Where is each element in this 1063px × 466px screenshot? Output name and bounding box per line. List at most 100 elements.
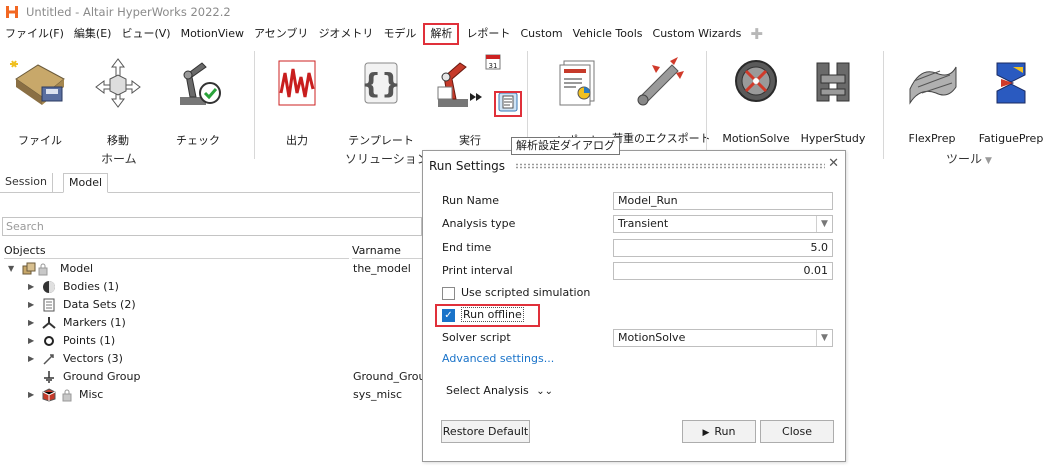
print-interval-input[interactable]: 0.01 [613, 262, 833, 280]
solver-script-select[interactable]: MotionSolve ▼ [613, 329, 833, 347]
restore-default-button[interactable]: Restore Default [441, 420, 530, 443]
menu-custom-wizards[interactable]: Custom Wizards [648, 24, 747, 44]
tree-row-points[interactable]: ▶ Points (1) [0, 332, 420, 350]
menu-view[interactable]: ビュー(V) [116, 24, 175, 44]
run-ribbon-button-label: 実行 [459, 134, 481, 147]
menu-assembly[interactable]: アセンブリ [249, 24, 313, 44]
solution-group-label: ソリューション [345, 152, 429, 166]
close-button[interactable]: Close [760, 420, 834, 443]
chevron-down-icon[interactable]: ▼ [816, 216, 832, 232]
template-button-label: テンプレート [348, 134, 414, 147]
tree-row-ground-group[interactable]: Ground Group Ground_Group [0, 368, 432, 386]
menu-report[interactable]: レポート [461, 24, 515, 44]
hyperstudy-button[interactable]: HyperStudy [793, 53, 873, 153]
file-folder-icon [10, 60, 65, 105]
expand-right-icon[interactable]: ▶ [28, 350, 34, 368]
title-bar: Untitled - Altair HyperWorks 2022.2 [0, 0, 1063, 23]
menu-custom[interactable]: Custom [515, 24, 567, 44]
ribbon-separator [706, 51, 707, 159]
menu-analysis[interactable]: 解析 [423, 23, 460, 45]
use-scripted-checkbox[interactable] [442, 287, 455, 300]
menu-bar: ファイル(F) 編集(E) ビュー(V) MotionView アセンブリ ジオ… [0, 23, 1063, 45]
load-export-button-label: 荷重のエクスポート [612, 132, 711, 145]
hyperstudy-icon [816, 62, 850, 102]
tab-session[interactable]: Session [0, 173, 53, 193]
file-button[interactable]: ファイル [0, 53, 80, 153]
expand-right-icon[interactable]: ▶ [28, 314, 34, 332]
menu-edit[interactable]: 編集(E) [69, 24, 117, 44]
expand-down-icon[interactable]: ▼ [8, 260, 14, 278]
play-icon: ▶ [702, 428, 710, 438]
menu-model[interactable]: モデル [378, 24, 421, 44]
fatigueprep-button[interactable]: FatiguePrep [971, 53, 1051, 153]
load-export-button[interactable]: 荷重のエクスポート [612, 53, 711, 153]
add-menu-icon[interactable]: ✚ [750, 25, 763, 43]
move-button[interactable]: 移動 [78, 53, 158, 153]
menu-file[interactable]: ファイル(F) [0, 24, 69, 44]
varname-column-header[interactable]: Varname [352, 242, 422, 259]
solver-script-value: MotionSolve [618, 331, 686, 344]
window-title: Untitled - Altair HyperWorks 2022.2 [26, 4, 231, 19]
lock-icon [62, 389, 72, 402]
file-button-label: ファイル [18, 134, 62, 147]
template-icon: {} [361, 62, 401, 104]
select-analysis-toggle[interactable]: Select Analysis ⌄⌄ [446, 384, 553, 397]
ribbon: ファイル 移動 チェック ホーム 出力 {} テンプレート 31 実行 ソリュー… [0, 45, 1063, 171]
menu-vehicle-tools[interactable]: Vehicle Tools [568, 24, 648, 44]
tree-item-varname: the_model [353, 262, 411, 275]
motionsolve-button-label: MotionSolve [722, 132, 790, 145]
objects-column-header[interactable]: Objects [4, 242, 349, 259]
tree-row-misc[interactable]: ▶ Misc sys_misc [0, 386, 420, 404]
tree-row-markers[interactable]: ▶ Markers (1) [0, 314, 420, 332]
expand-right-icon[interactable]: ▶ [28, 332, 34, 350]
browser-search-input[interactable]: Search [2, 217, 422, 236]
expand-right-icon[interactable]: ▶ [28, 278, 34, 296]
run-name-input[interactable]: Model_Run [613, 192, 833, 210]
marker-icon [42, 317, 56, 329]
menu-geometry[interactable]: ジオメトリ [313, 24, 378, 44]
end-time-label: End time [442, 241, 492, 254]
double-chevron-down-icon: ⌄⌄ [536, 386, 554, 397]
tab-model[interactable]: Model [63, 173, 109, 193]
run-button[interactable]: ▶ Run [682, 420, 756, 443]
expand-right-icon[interactable]: ▶ [28, 386, 34, 404]
print-interval-label: Print interval [442, 264, 513, 277]
ribbon-separator [883, 51, 884, 159]
close-icon[interactable]: ✕ [828, 156, 839, 171]
motionsolve-icon [735, 60, 777, 102]
model-icon [22, 262, 36, 275]
output-button[interactable]: 出力 [257, 53, 337, 153]
tree-item-label: Bodies (1) [63, 280, 119, 293]
tools-group-label[interactable]: ツール ▼ [946, 150, 992, 167]
ribbon-separator [254, 51, 255, 159]
run-offline-checkbox[interactable]: ✓ [442, 309, 455, 322]
analysis-type-select[interactable]: Transient ▼ [613, 215, 833, 233]
menu-motionview[interactable]: MotionView [176, 24, 249, 44]
tree-row-vectors[interactable]: ▶ Vectors (3) [0, 350, 420, 368]
end-time-input[interactable]: 5.0 [613, 239, 833, 257]
load-export-icon [637, 57, 684, 106]
chevron-down-icon[interactable]: ▼ [816, 330, 832, 346]
tree-row-bodies[interactable]: ▶ Bodies (1) [0, 278, 420, 296]
tree-row-datasets[interactable]: ▶ Data Sets (2) [0, 296, 420, 314]
ground-icon [44, 371, 54, 383]
motionsolve-button[interactable]: MotionSolve [716, 53, 796, 153]
template-button[interactable]: {} テンプレート [341, 53, 421, 153]
flexprep-icon [909, 66, 957, 105]
hyperworks-logo-icon [6, 5, 18, 18]
check-robot-icon [180, 62, 221, 105]
flexprep-button[interactable]: FlexPrep [892, 53, 972, 153]
move-icon [95, 58, 141, 108]
point-icon [44, 336, 54, 346]
expand-right-icon[interactable]: ▶ [28, 296, 34, 314]
run-offline-label: Run offline [461, 307, 524, 322]
advanced-settings-link[interactable]: Advanced settings... [442, 352, 554, 365]
select-analysis-label: Select Analysis [446, 384, 529, 397]
tree-item-label: Markers (1) [63, 316, 126, 329]
solver-script-label: Solver script [442, 331, 511, 344]
analysis-settings-highlight [494, 91, 522, 117]
dialog-drag-handle[interactable] [515, 163, 825, 169]
tree-row-model[interactable]: ▼ Model the_model [0, 260, 420, 278]
check-button[interactable]: チェック [158, 53, 238, 153]
dataset-icon [43, 298, 55, 312]
